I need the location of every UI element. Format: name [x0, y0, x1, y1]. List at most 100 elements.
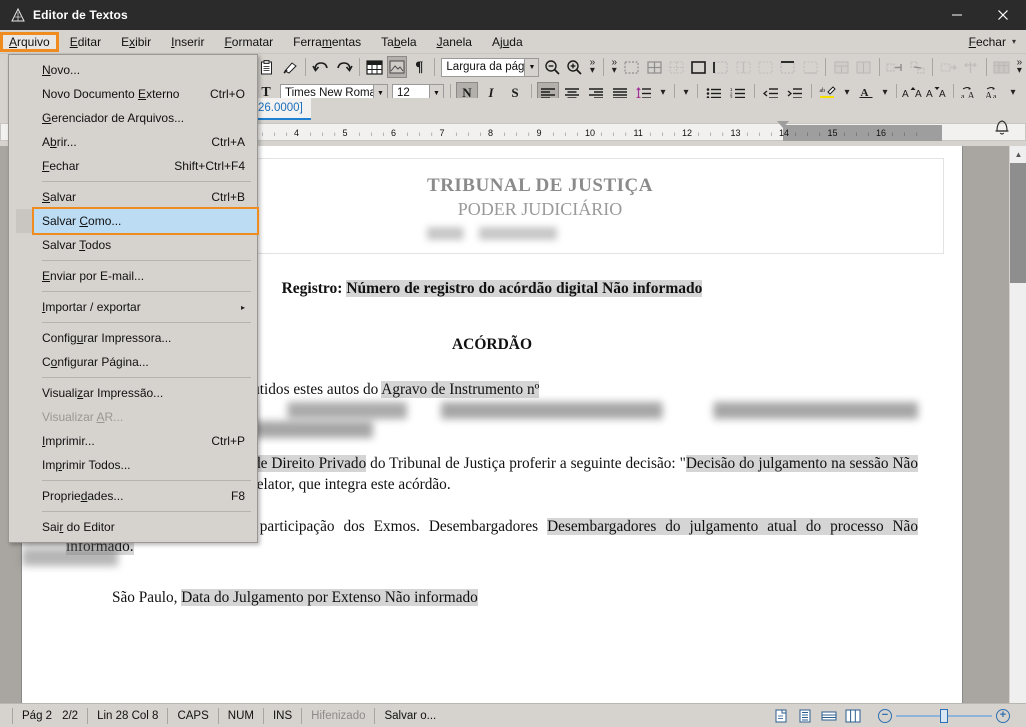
status-hyphenation[interactable]: Hifenizado — [302, 707, 376, 724]
menu-item-label: Visualizar AR... — [42, 410, 124, 424]
toolbar-separator — [305, 58, 307, 76]
minimize-button[interactable] — [934, 0, 980, 30]
menu-item-label: Salvar — [42, 190, 77, 204]
redo-icon[interactable] — [333, 56, 353, 78]
ruler-tick: | — [867, 131, 869, 136]
toolbar-overflow-3-icon[interactable]: » ▾ — [1013, 58, 1026, 76]
ruler-tick: | — [746, 131, 748, 136]
zoom-slider-thumb[interactable] — [940, 708, 948, 723]
file-menu-item-configurar-p-gina[interactable]: Configurar Página... — [9, 350, 257, 374]
status-ins[interactable]: INS — [264, 707, 303, 724]
paste-icon[interactable] — [258, 56, 278, 78]
table-autofit-icon[interactable] — [938, 56, 958, 78]
menu-ajuda[interactable]: Ajuda — [483, 32, 532, 52]
split-cells-icon[interactable] — [853, 56, 873, 78]
border-right-icon[interactable] — [755, 56, 775, 78]
close-button[interactable] — [980, 0, 1026, 30]
zoom-level-combobox[interactable]: Largura da págin ▼ — [441, 57, 540, 77]
file-menu-item-fechar[interactable]: Fechar Shift+Ctrl+F4 — [9, 154, 257, 178]
toolbar-overflow-2-icon[interactable]: » ▾ — [608, 58, 621, 76]
ruler-number: 10 — [585, 128, 596, 138]
table-borders-none-icon[interactable] — [666, 56, 686, 78]
ruler-tick: | — [528, 131, 530, 136]
menu-separator — [42, 291, 251, 292]
menu-ferramentas[interactable]: Ferramentas — [284, 32, 370, 52]
status-page[interactable]: Pág 2 2/2 — [12, 707, 89, 724]
zoom-out-icon[interactable] — [542, 56, 562, 78]
file-menu-item-imprimir[interactable]: Imprimir... Ctrl+P — [9, 429, 257, 453]
merge-cells-icon[interactable] — [831, 56, 851, 78]
ruler-tick: | — [467, 131, 469, 136]
zoom-out-button[interactable]: − — [878, 708, 892, 723]
menu-separator — [42, 377, 251, 378]
view-mode-buttons — [772, 708, 878, 724]
file-menu-item-gerenciador-de-arquivos[interactable]: Gerenciador de Arquivos... — [9, 106, 257, 130]
columns-view-icon[interactable] — [844, 708, 862, 724]
file-menu-item-visualizar-impress-o[interactable]: Visualizar Impressão... — [9, 381, 257, 405]
status-caps[interactable]: CAPS — [168, 707, 219, 724]
zoom-slider-track[interactable] — [896, 708, 992, 723]
undo-icon[interactable] — [311, 56, 331, 78]
zoom-in-icon[interactable] — [565, 56, 585, 78]
table-select-all-icon[interactable] — [622, 56, 642, 78]
file-menu-item-importar-exportar[interactable]: Importar / exportar ▸ — [9, 295, 257, 319]
insert-column-icon[interactable] — [907, 56, 927, 78]
menu-janela[interactable]: Janela — [428, 32, 481, 52]
menu-inserir[interactable]: Inserir — [162, 32, 213, 52]
insert-row-icon[interactable] — [885, 56, 905, 78]
document-tab[interactable]: 26.0000] — [250, 98, 311, 120]
insert-image-icon[interactable] — [386, 56, 408, 78]
border-top-icon[interactable] — [778, 56, 798, 78]
indent-marker[interactable] — [777, 121, 789, 128]
vertical-scrollbar[interactable]: ▲ — [1009, 146, 1026, 703]
toolbar-overflow-icon[interactable]: » ▾ — [586, 58, 599, 76]
menu-item-label: Sair do Editor — [42, 520, 115, 534]
pilcrow-icon[interactable]: ¶ — [409, 56, 429, 78]
border-outline-icon[interactable] — [689, 56, 709, 78]
file-menu-dropdown[interactable]: Novo... Novo Documento Externo Ctrl+O Geren… — [8, 54, 258, 543]
file-menu-item-novo[interactable]: Novo... — [9, 58, 257, 82]
page-view-icon[interactable] — [772, 708, 790, 724]
menu-formatar[interactable]: Formatar — [215, 32, 282, 52]
reading-view-icon[interactable] — [796, 708, 814, 724]
border-left-icon[interactable] — [711, 56, 731, 78]
ruler-tick: | — [625, 131, 627, 136]
border-bottom-icon[interactable] — [800, 56, 820, 78]
zoom-slider[interactable]: − + — [878, 708, 1026, 723]
file-menu-item-abrir[interactable]: Abrir... Ctrl+A — [9, 130, 257, 154]
file-menu-item-salvar-todos[interactable]: Salvar Todos — [9, 233, 257, 257]
file-menu-item-propriedades[interactable]: Propriedades... F8 — [9, 484, 257, 508]
status-num[interactable]: NUM — [219, 707, 264, 724]
close-document-link[interactable]: Fechar — [963, 32, 1012, 52]
insert-table-icon[interactable] — [365, 56, 385, 78]
ruler-tick: | — [673, 131, 675, 136]
notification-bell-icon[interactable] — [988, 113, 1016, 141]
ruler-number: 8 — [488, 128, 494, 138]
file-menu-item-configurar-impressora[interactable]: Configurar Impressora... — [9, 326, 257, 350]
status-save[interactable]: Salvar o... — [375, 708, 445, 724]
zoom-in-button[interactable]: + — [996, 708, 1010, 723]
file-menu-item-novo-documento-externo[interactable]: Novo Documento Externo Ctrl+O — [9, 82, 257, 106]
web-view-icon[interactable] — [820, 708, 838, 724]
chevron-down-icon[interactable]: ▼ — [524, 58, 539, 76]
table-properties-icon[interactable] — [992, 56, 1012, 78]
menu-tabela[interactable]: Tabela — [372, 32, 425, 52]
table-distribute-icon[interactable] — [960, 56, 980, 78]
table-grid-icon[interactable] — [644, 56, 664, 78]
scrollbar-thumb[interactable] — [1010, 163, 1026, 283]
menu-bar: Arquivo Editar Exibir Inserir Formatar F… — [0, 30, 1026, 54]
menu-arquivo[interactable]: Arquivo — [0, 31, 59, 52]
file-menu-item-sair-do-editor[interactable]: Sair do Editor — [9, 515, 257, 539]
file-menu-item-enviar-por-e-mail[interactable]: Enviar por E-mail... — [9, 264, 257, 288]
window-controls — [934, 0, 1026, 30]
menu-editar[interactable]: Editar — [61, 32, 110, 52]
file-menu-item-salvar-como[interactable]: Salvar Como... — [34, 209, 257, 233]
menu-exibir[interactable]: Exibir — [112, 32, 160, 52]
scroll-up-icon[interactable]: ▲ — [1010, 146, 1026, 163]
chevron-down-icon[interactable]: ▾ — [1012, 37, 1020, 46]
file-menu-item-salvar[interactable]: Salvar Ctrl+B — [9, 185, 257, 209]
file-menu-item-imprimir-todos[interactable]: Imprimir Todos... — [9, 453, 257, 477]
format-painter-icon[interactable] — [280, 56, 300, 78]
border-inner-vertical-icon[interactable] — [733, 56, 753, 78]
status-line-col[interactable]: Lin 28 Col 8 — [88, 707, 169, 724]
